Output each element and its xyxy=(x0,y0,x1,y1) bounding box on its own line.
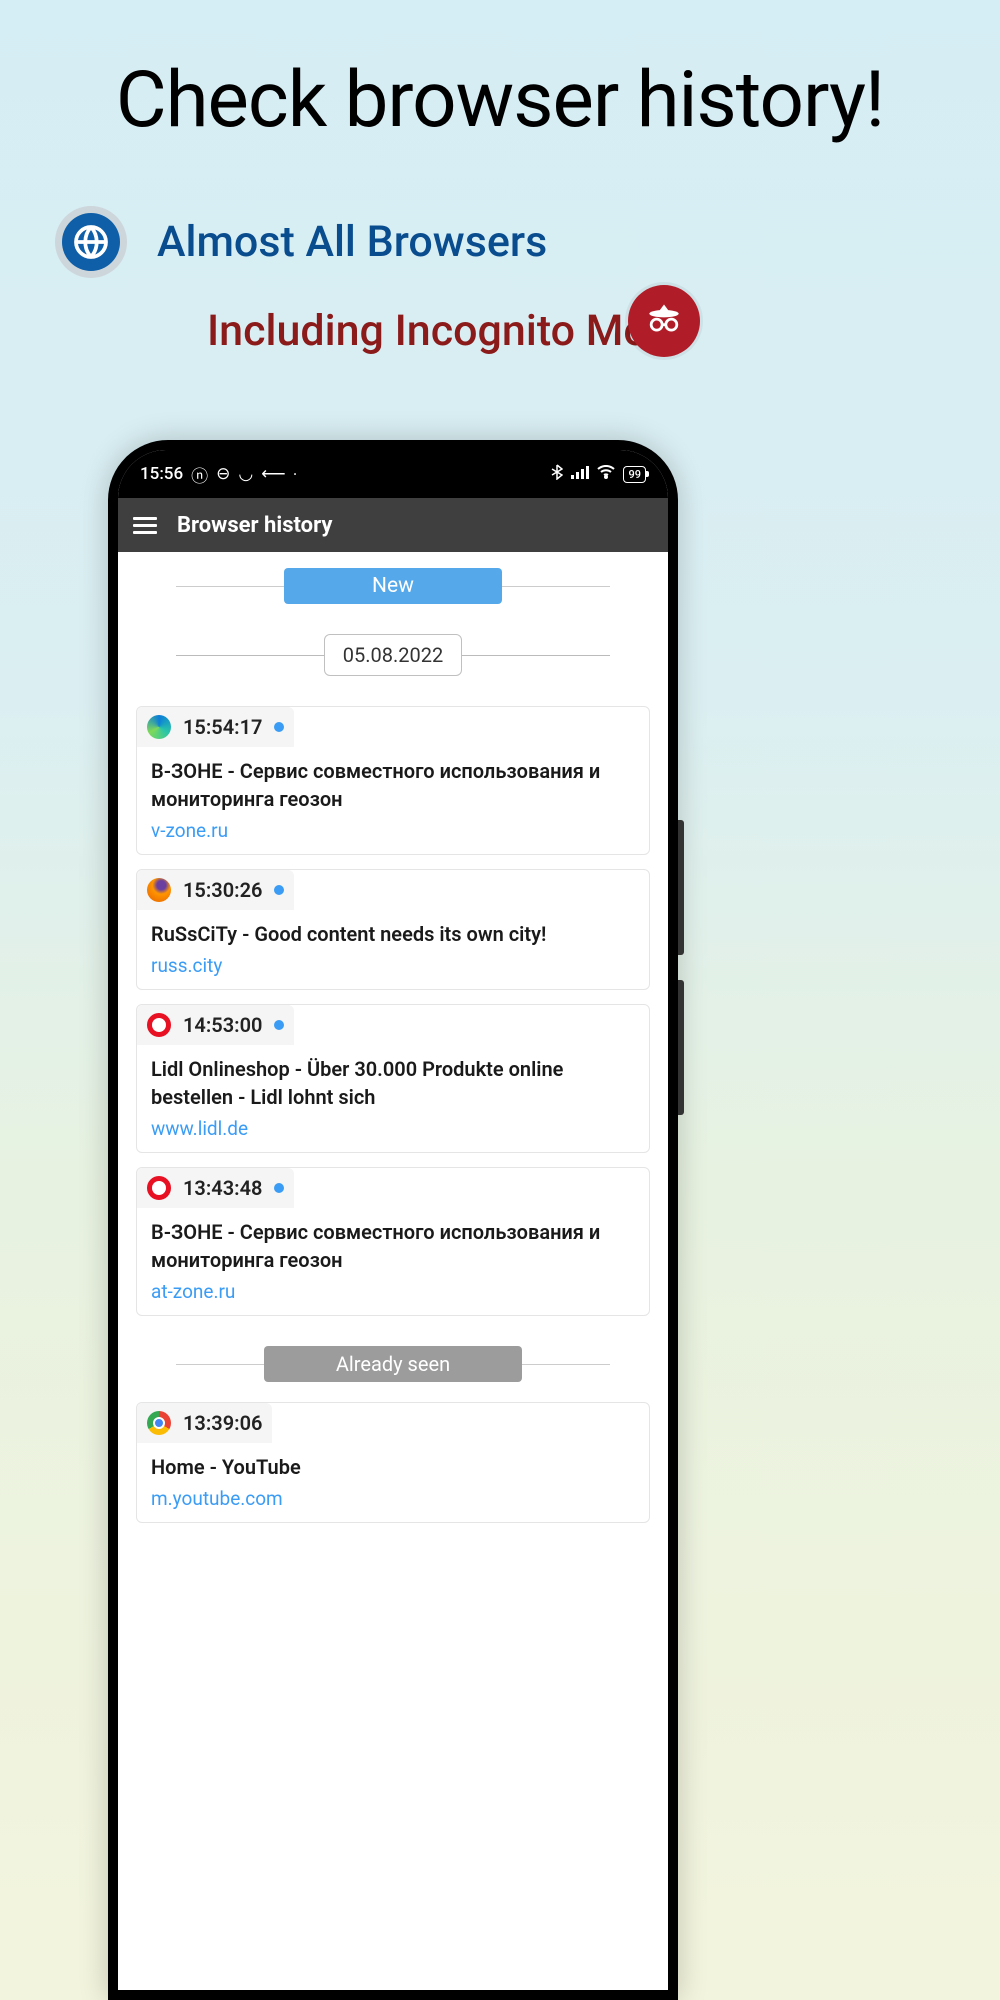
nfc-icon: ⓝ xyxy=(191,462,208,487)
status-icon: ⊖ xyxy=(216,464,230,484)
status-bar: 15:56 ⓝ ⊖ ◡ ⟵ • 99 xyxy=(118,450,668,498)
phone-button xyxy=(678,980,684,1115)
chrome-icon xyxy=(147,1411,171,1435)
history-title: RuSsCiTy - Good content needs its own ci… xyxy=(151,920,635,948)
app-title: Browser history xyxy=(177,513,332,538)
incognito-icon xyxy=(628,285,700,357)
unread-dot xyxy=(274,722,284,732)
history-item[interactable]: 15:54:17 B-ЗОНЕ - Сервис совместного исп… xyxy=(136,706,650,855)
feature-browsers-row: Almost All Browsers xyxy=(55,206,1000,278)
history-time: 15:30:26 xyxy=(183,878,262,902)
battery-icon: 99 xyxy=(623,466,646,483)
history-url[interactable]: www.lidl.de xyxy=(151,1117,635,1140)
unread-dot xyxy=(274,1020,284,1030)
history-title: B-ЗОНЕ - Сервис совместного использовани… xyxy=(151,1218,635,1274)
history-item[interactable]: 13:43:48 B-ЗОНЕ - Сервис совместного исп… xyxy=(136,1167,650,1316)
history-content: New 05.08.2022 15:54:17 B-ЗОНЕ - Сервис … xyxy=(118,552,668,1549)
status-dot: • xyxy=(294,470,297,479)
history-url[interactable]: v-zone.ru xyxy=(151,819,635,842)
phone-frame: 15:56 ⓝ ⊖ ◡ ⟵ • 99 xyxy=(108,440,678,2000)
date-badge: 05.08.2022 xyxy=(324,634,462,676)
firefox-icon xyxy=(147,878,171,902)
signal-icon xyxy=(571,464,589,484)
history-title: Home - YouTube xyxy=(151,1453,635,1481)
opera-icon xyxy=(147,1176,171,1200)
phone-button xyxy=(678,820,684,955)
history-title: Lidl Onlineshop - Über 30.000 Produkte o… xyxy=(151,1055,635,1111)
feature-incognito-row: Including Incognito Mode xyxy=(0,306,695,356)
history-title: B-ЗОНЕ - Сервис совместного использовани… xyxy=(151,757,635,813)
edge-icon xyxy=(147,715,171,739)
app-bar: Browser history xyxy=(118,498,668,552)
history-item[interactable]: 15:30:26 RuSsCiTy - Good content needs i… xyxy=(136,869,650,990)
history-url[interactable]: m.youtube.com xyxy=(151,1487,635,1510)
bluetooth-icon xyxy=(551,464,563,485)
already-separator: Already seen xyxy=(176,1346,610,1382)
history-time: 13:43:48 xyxy=(183,1176,262,1200)
menu-icon[interactable] xyxy=(133,517,157,534)
history-time: 15:54:17 xyxy=(183,715,262,739)
unread-dot xyxy=(274,1183,284,1193)
unread-dot xyxy=(274,885,284,895)
history-item[interactable]: 13:39:06 Home - YouTube m.youtube.com xyxy=(136,1402,650,1523)
globe-icon xyxy=(55,206,127,278)
feature-incognito-text: Including Incognito Mode xyxy=(207,306,695,356)
already-badge: Already seen xyxy=(264,1346,522,1382)
history-url[interactable]: at-zone.ru xyxy=(151,1280,635,1303)
history-time: 14:53:00 xyxy=(183,1013,262,1037)
new-badge: New xyxy=(284,568,502,604)
status-time: 15:56 xyxy=(140,464,183,484)
new-separator: New xyxy=(176,568,610,604)
feature-browsers-text: Almost All Browsers xyxy=(157,217,547,267)
date-separator: 05.08.2022 xyxy=(176,634,610,676)
status-icon: ◡ xyxy=(238,464,253,484)
status-icon: ⟵ xyxy=(261,464,285,484)
phone-screen: 15:56 ⓝ ⊖ ◡ ⟵ • 99 xyxy=(118,450,668,1990)
page-headline: Check browser history! xyxy=(0,0,1000,146)
opera-icon xyxy=(147,1013,171,1037)
history-item[interactable]: 14:53:00 Lidl Onlineshop - Über 30.000 P… xyxy=(136,1004,650,1153)
wifi-icon xyxy=(597,464,615,484)
history-url[interactable]: russ.city xyxy=(151,954,635,977)
history-time: 13:39:06 xyxy=(183,1411,262,1435)
